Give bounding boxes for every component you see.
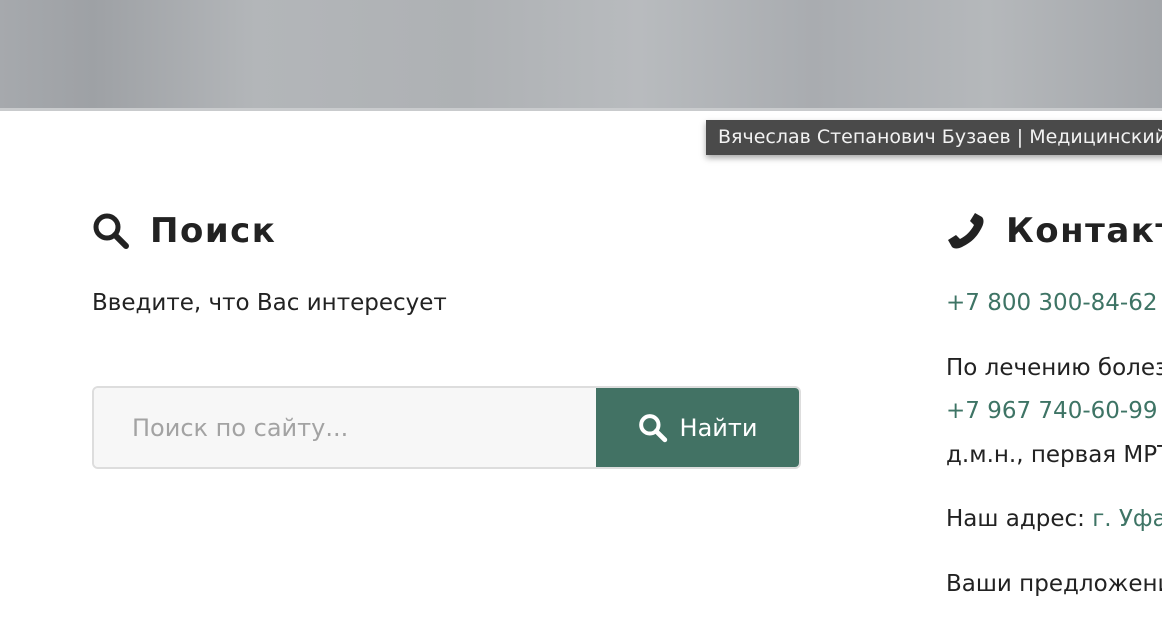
search-hint: Введите, что Вас интересует bbox=[92, 290, 447, 316]
search-input[interactable] bbox=[94, 388, 596, 467]
hero-banner-image bbox=[0, 0, 1162, 111]
phone-link-2[interactable]: +7 967 740-60-99 bbox=[946, 398, 1157, 424]
search-button[interactable]: Найти bbox=[596, 388, 799, 467]
address-line: Наш адрес: г. Уфа bbox=[946, 506, 1162, 532]
phone-icon bbox=[946, 211, 986, 251]
search-button-label: Найти bbox=[679, 413, 758, 442]
address-link[interactable]: г. Уфа bbox=[1092, 506, 1162, 532]
search-title-text: Поиск bbox=[150, 211, 277, 251]
search-form: Найти bbox=[92, 386, 801, 469]
contacts-section-title: Контакты bbox=[946, 211, 1162, 251]
search-section-title: Поиск bbox=[92, 211, 276, 251]
suggestions-line: Ваши предложения bbox=[946, 571, 1162, 597]
contacts-title-text: Контакты bbox=[1006, 211, 1162, 251]
search-icon bbox=[92, 212, 130, 250]
doctor-line: д.м.н., первая МРТ bbox=[946, 442, 1162, 468]
address-label: Наш адрес: bbox=[946, 506, 1085, 532]
search-icon bbox=[638, 413, 668, 443]
treatment-label: По лечению болезней bbox=[946, 355, 1162, 381]
tooltip: Вячеслав Степанович Бузаев | Медицинский bbox=[706, 120, 1162, 155]
phone-link-1[interactable]: +7 800 300-84-62 bbox=[946, 290, 1157, 316]
